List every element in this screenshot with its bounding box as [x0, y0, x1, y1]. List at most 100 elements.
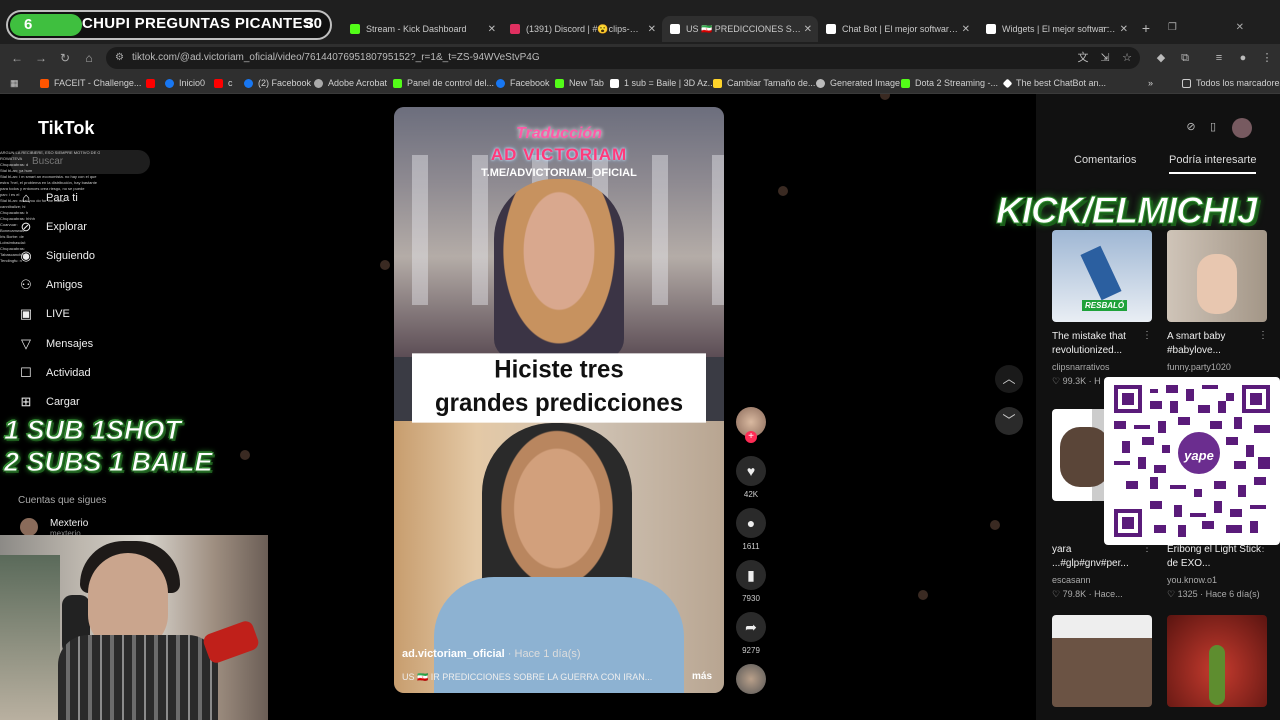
- recommended-thumbnail[interactable]: RESBALÓ: [1052, 230, 1152, 322]
- recommended-author[interactable]: you.know.o1: [1167, 575, 1217, 585]
- share-button[interactable]: ➦ 9279: [735, 612, 767, 655]
- bookmark-item[interactable]: The best ChatBot an...: [1002, 76, 1106, 90]
- globe-icon: [314, 78, 323, 88]
- tab-title: Stream - Kick Dashboard: [366, 24, 467, 34]
- widgets-icon: [986, 24, 996, 34]
- bookmarks-bar: ▦ FACEIT - Challenge... Inicio0 c (2) Fa…: [0, 72, 1280, 94]
- recommended-author[interactable]: escasann: [1052, 575, 1091, 585]
- tiktok-page: TikTok Buscar ⌂ Para ti ⊘ Explorar ◉ Siguie…: [0, 94, 1280, 720]
- facebook-icon: [496, 78, 505, 88]
- window-controls[interactable]: — ❐ ✕: [1099, 22, 1272, 33]
- video-author[interactable]: ad.victoriam_oficial · Hace 1 día(s): [402, 648, 581, 660]
- bookmark-item[interactable]: 1 sub = Baile | 3D Az...: [610, 76, 715, 90]
- banner-count: 30: [305, 15, 322, 32]
- device-icon[interactable]: ▯: [1205, 120, 1221, 136]
- bookmark-item[interactable]: [146, 76, 160, 90]
- bookmark-item[interactable]: FACEIT - Challenge...: [40, 76, 141, 90]
- apps-icon[interactable]: ▦: [10, 76, 19, 90]
- home-icon[interactable]: ⌂: [82, 51, 96, 65]
- puzzle-icon[interactable]: ⧉: [1178, 51, 1192, 65]
- bookmark-item[interactable]: Panel de control del...: [393, 76, 494, 90]
- url-text: tiktok.com/@ad.victoriam_oficial/video/7…: [132, 52, 540, 63]
- bookmark-item[interactable]: Generated Image: [816, 76, 900, 90]
- bookmark-item[interactable]: Dota 2 Streaming -...: [901, 76, 998, 90]
- site-info-icon[interactable]: ⚙: [115, 47, 124, 69]
- back-icon[interactable]: ←: [10, 51, 24, 65]
- nav-item-cargar[interactable]: ⊞ Cargar: [18, 394, 80, 410]
- close-icon[interactable]: ✕: [962, 24, 970, 35]
- bookmark-star-icon[interactable]: ☆: [1120, 51, 1134, 65]
- extension-icon[interactable]: ◆: [1154, 51, 1168, 65]
- kick-channel-overlay: KICK/ELMICHIJ: [995, 190, 1257, 232]
- resize-icon: [713, 78, 722, 88]
- reload-icon[interactable]: ↻: [58, 51, 72, 65]
- comment-icon: ●: [736, 508, 766, 538]
- bookmark-item[interactable]: (2) Facebook: [244, 76, 311, 90]
- menu-icon[interactable]: ⋮: [1260, 51, 1274, 65]
- tab-discord[interactable]: (1391) Discord | #😮clips-mem ✕: [502, 18, 662, 40]
- diamond-icon: [1002, 78, 1013, 88]
- account-name: Mexterio: [50, 518, 89, 529]
- chevron-right-icon[interactable]: »: [1148, 76, 1153, 90]
- bookmark-item[interactable]: Adobe Acrobat: [314, 76, 387, 90]
- recommended-author[interactable]: funny.party1020: [1167, 362, 1231, 372]
- banner-text: CHUPI PREGUNTAS PICANTES: [82, 15, 314, 32]
- tiktok-logo[interactable]: TikTok: [38, 118, 94, 139]
- profile-avatar[interactable]: ●: [1236, 51, 1250, 65]
- stream-question-banner: 6 CHUPI PREGUNTAS PICANTES 30: [6, 10, 332, 40]
- live-icon: ▣: [19, 306, 33, 321]
- close-icon[interactable]: ✕: [804, 24, 812, 35]
- recommended-thumbnail[interactable]: [1167, 230, 1267, 322]
- recommended-thumbnail[interactable]: [1052, 615, 1152, 707]
- recommended-title[interactable]: yara ...#glp#gnv#per...: [1052, 543, 1148, 571]
- more-options-icon[interactable]: ⋮: [1142, 330, 1152, 341]
- forward-icon[interactable]: →: [34, 51, 48, 65]
- nav-item-mensajes[interactable]: ▽ Mensajes: [18, 336, 93, 352]
- kick-icon: [393, 78, 402, 88]
- discord-icon: [510, 24, 520, 34]
- tab-tiktok[interactable]: US 🇮🇷 PREDICCIONES SOBRE L ✕: [662, 16, 818, 42]
- facebook-icon: [244, 78, 253, 88]
- video-watermark-top: Traducción: [516, 125, 602, 142]
- bookmark-item[interactable]: Facebook: [496, 76, 550, 90]
- tab-kick-dashboard[interactable]: Stream - Kick Dashboard ✕: [342, 18, 502, 40]
- yape-brand: yape: [1184, 448, 1214, 463]
- subs-overlay: 1 SUB 1SHOT 2 SUBS 1 BAILE: [4, 414, 214, 478]
- save-count: 7930: [742, 594, 760, 603]
- translate-icon[interactable]: 文: [1076, 51, 1090, 65]
- recommended-author[interactable]: clipsnarrativos: [1052, 362, 1110, 372]
- tab-chatbot[interactable]: Chat Bot | El mejor software pa ✕: [818, 18, 976, 40]
- comment-button[interactable]: ● 1611: [735, 508, 767, 551]
- all-bookmarks[interactable]: Todos los marcadores: [1182, 76, 1280, 90]
- more-options-icon[interactable]: ⋮: [1258, 330, 1268, 341]
- link-icon[interactable]: ⊘: [1183, 120, 1199, 136]
- navigation-bar: ← → ↻ ⌂ ⚙ tiktok.com/@ad.victoriam_ofici…: [0, 44, 1280, 72]
- bookmark-item[interactable]: Inicio0: [165, 76, 205, 90]
- save-button[interactable]: ▮ 7930: [735, 560, 767, 603]
- follow-plus-icon[interactable]: +: [745, 431, 757, 443]
- install-icon[interactable]: ⇲: [1098, 51, 1112, 65]
- recommended-thumbnail[interactable]: [1167, 615, 1267, 707]
- music-disc-icon[interactable]: [736, 664, 766, 694]
- bookmark-item[interactable]: New Tab: [555, 76, 604, 90]
- close-icon[interactable]: ✕: [648, 24, 656, 35]
- more-link[interactable]: más: [692, 671, 712, 682]
- avatar[interactable]: [1232, 118, 1252, 138]
- recommended-title[interactable]: The mistake that revolutionized...: [1052, 330, 1148, 358]
- bookmark-item[interactable]: c: [214, 76, 233, 90]
- address-bar[interactable]: ⚙ tiktok.com/@ad.victoriam_oficial/video…: [106, 47, 1140, 69]
- bookmark-item[interactable]: Cambiar Tamaño de...: [713, 76, 815, 90]
- bookmark-icon: ▮: [736, 560, 766, 590]
- close-icon[interactable]: ✕: [488, 24, 496, 35]
- chevron-down-icon[interactable]: ﹀: [995, 407, 1023, 435]
- recommended-title[interactable]: A smart baby #babylove...: [1167, 330, 1263, 358]
- tab-comentarios[interactable]: Comentarios: [1074, 154, 1136, 166]
- nav-item-actividad[interactable]: ☐ Actividad: [18, 365, 90, 381]
- like-button[interactable]: ♥ 42K: [735, 456, 767, 499]
- video-player[interactable]: Traducción AD VICTORIAM T.ME/ADVICTORIAM…: [394, 107, 724, 693]
- recommended-title[interactable]: Eribong el Light Stick de EXO...: [1167, 543, 1263, 571]
- chevron-up-icon[interactable]: ︿: [995, 365, 1023, 393]
- tab-podria-interesarte[interactable]: Podría interesarte: [1169, 154, 1257, 174]
- nav-item-live[interactable]: ▣ LIVE: [18, 306, 70, 322]
- media-icon[interactable]: ≡: [1212, 51, 1226, 65]
